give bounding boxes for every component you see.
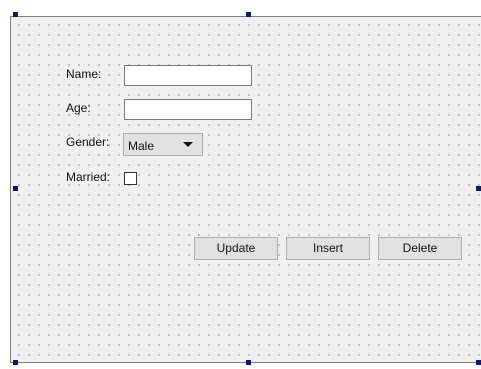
name-label: Name: — [66, 67, 102, 81]
gender-label: Gender: — [66, 135, 110, 149]
selection-handle-top-middle[interactable] — [246, 12, 251, 17]
delete-button[interactable]: Delete — [378, 237, 462, 260]
update-button[interactable]: Update — [194, 237, 278, 260]
selection-handle-bottom-right[interactable] — [476, 360, 481, 365]
chevron-down-icon — [183, 142, 193, 147]
married-checkbox[interactable] — [124, 172, 137, 185]
name-field[interactable] — [124, 65, 252, 86]
selection-handle-bottom-middle[interactable] — [246, 360, 251, 365]
gender-dropdown[interactable]: Male — [123, 133, 203, 156]
gender-selected-value: Male — [128, 139, 155, 153]
married-label: Married: — [66, 170, 111, 184]
designer-canvas: Name: Age: Gender: Male Married: Update … — [0, 0, 481, 369]
age-field[interactable] — [124, 99, 252, 120]
selection-handle-middle-left[interactable] — [13, 186, 18, 191]
selection-handle-top-left[interactable] — [13, 12, 18, 17]
selection-handle-bottom-left[interactable] — [13, 360, 18, 365]
insert-button[interactable]: Insert — [286, 237, 370, 260]
age-label: Age: — [66, 101, 91, 115]
selection-handle-middle-right[interactable] — [476, 186, 481, 191]
